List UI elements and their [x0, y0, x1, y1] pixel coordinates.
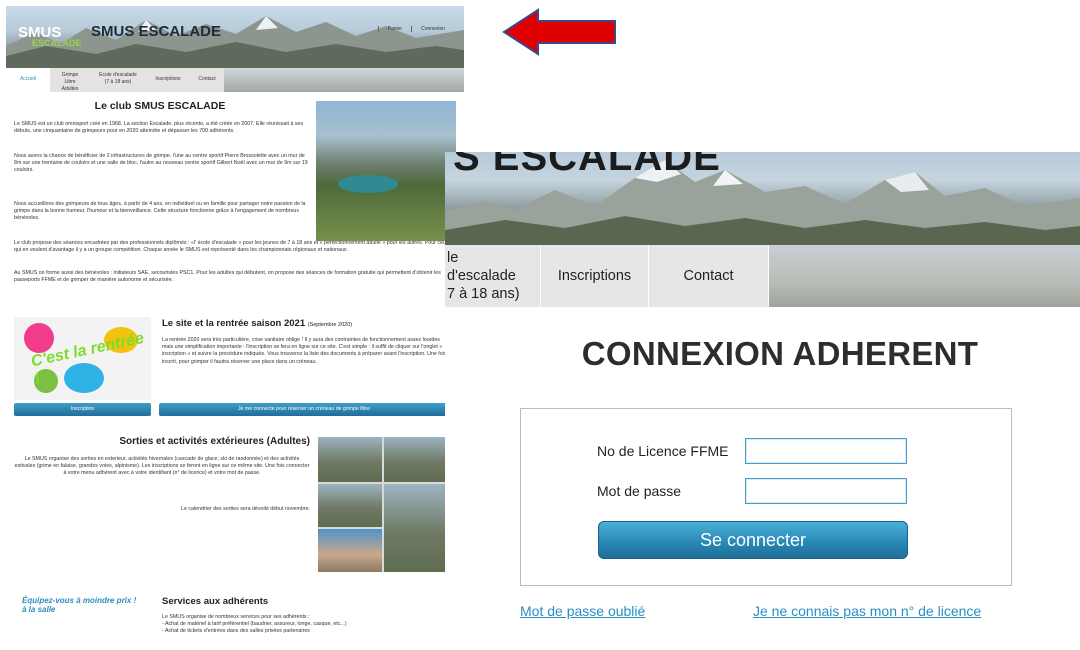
license-field[interactable]: [745, 438, 907, 464]
license-label: No de Licence FFME: [597, 443, 729, 459]
club-paragraph: Nous avons la chance de bénéficier de 2 …: [14, 153, 308, 174]
password-label: Mot de passe: [597, 483, 682, 499]
nav-inscriptions[interactable]: Inscriptions: [541, 245, 649, 307]
password-field[interactable]: [745, 478, 907, 504]
nav-ecole[interactable]: École d'escalade (7 à 18 ans): [90, 68, 146, 92]
site-logo[interactable]: SMUS ESCALADE: [18, 24, 82, 48]
nav-contact[interactable]: Contact: [190, 68, 224, 92]
nav-grimpe-libre[interactable]: Grimpe Libre Adultes: [50, 68, 90, 92]
nav-decoration: [224, 68, 464, 92]
reserve-slot-button[interactable]: Je me connecte pour réserver un créneau …: [159, 403, 449, 416]
login-form: No de Licence FFME Mot de passe Se conne…: [520, 408, 1012, 586]
unknown-license-link[interactable]: Je ne connais pas mon n° de licence: [753, 603, 981, 619]
rentree-heading: Le site et la rentrée saison 2021 (Septe…: [162, 318, 353, 329]
services-logo: Équipez-vous à moindre prix ! à la salle: [22, 596, 137, 614]
login-link[interactable]: Connexion: [411, 26, 454, 32]
club-paragraph: Au SMUS on forme aussi des bénévoles : i…: [14, 270, 441, 284]
login-zoom-panel: S ESCALADE le d'escalade 7 à 18 ans) Ins…: [445, 152, 1080, 650]
header-banner: SMUS ESCALADE SMUS ESCALADE Panier Conne…: [6, 6, 464, 68]
main-nav: Accueil Grimpe Libre Adultes École d'esc…: [6, 68, 464, 92]
sorties-heading: Sorties et activités extérieures (Adulte…: [119, 436, 310, 447]
cart-link[interactable]: Panier: [377, 26, 411, 32]
club-paragraph: Le SMUS est un club omnisport créé en 19…: [14, 121, 304, 135]
login-button[interactable]: Se connecter: [598, 521, 908, 559]
zoom-header-banner: S ESCALADE: [445, 152, 1080, 245]
nav-decoration: [769, 245, 1080, 307]
rentree-text: La rentrée 2020 sera très particulière, …: [162, 337, 447, 365]
inscription-button[interactable]: Inscription: [14, 403, 151, 416]
site-overview: SMUS ESCALADE SMUS ESCALADE Panier Conne…: [0, 0, 465, 650]
mountain-lake-photo: [316, 101, 456, 241]
top-links: Panier Connexion: [377, 26, 454, 32]
sorties-text: Le calendrier des sorties sera dévoilé d…: [181, 506, 310, 512]
club-paragraph: Le club propose des séances encadrées pa…: [14, 240, 449, 254]
site-title: SMUS ESCALADE: [91, 23, 222, 40]
zoom-main-nav: le d'escalade 7 à 18 ans) Inscriptions C…: [445, 245, 1080, 307]
club-paragraph: Nous accueillons des grimpeurs de tous â…: [14, 201, 306, 222]
forgot-password-link[interactable]: Mot de passe oublié: [520, 603, 645, 619]
club-heading: Le club SMUS ESCALADE: [94, 100, 226, 112]
page-title: CONNEXION ADHERENT: [581, 335, 979, 372]
rentree-image: C'est la rentrée !: [14, 317, 151, 400]
nav-contact[interactable]: Contact: [649, 245, 769, 307]
nav-ecole[interactable]: le d'escalade 7 à 18 ans): [445, 245, 541, 307]
sorties-gallery: [318, 437, 446, 572]
services-text: Le SMUS organise de nombreux services po…: [162, 614, 347, 635]
zoom-site-title: S ESCALADE: [453, 152, 721, 179]
sorties-text: Le SMUS organise des sorties en exterieu…: [14, 456, 310, 477]
nav-accueil[interactable]: Accueil: [6, 68, 50, 92]
nav-inscriptions[interactable]: Inscriptions: [146, 68, 190, 92]
services-heading: Services aux adhérents: [162, 596, 269, 607]
arrow-left-icon: [502, 8, 616, 56]
